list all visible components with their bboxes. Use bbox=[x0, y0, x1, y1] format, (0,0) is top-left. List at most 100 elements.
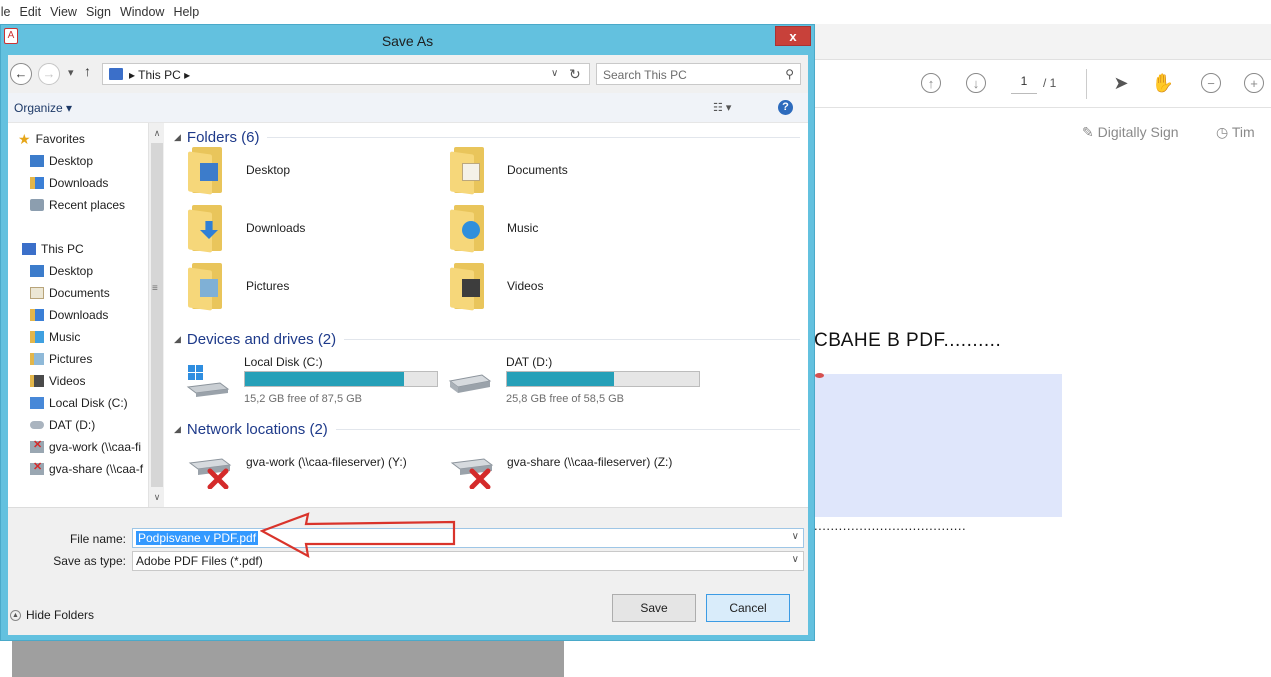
nav-pc-music[interactable]: Music bbox=[30, 327, 80, 347]
nav-pc-dat[interactable]: DAT (D:) bbox=[30, 415, 95, 435]
previous-page-icon[interactable]: ↑ bbox=[921, 73, 941, 93]
nav-pc-pictures[interactable]: Pictures bbox=[30, 349, 92, 369]
select-cursor-icon[interactable]: ➤ bbox=[1110, 72, 1132, 94]
scroll-up-icon[interactable]: ∧ bbox=[149, 125, 165, 141]
nav-pc-local-disk[interactable]: Local Disk (C:) bbox=[30, 393, 128, 413]
cancel-button[interactable]: Cancel bbox=[706, 594, 790, 622]
drive-dat[interactable]: DAT (D:) 25,8 GB free of 58,5 GB bbox=[448, 353, 704, 413]
file-name-label: File name: bbox=[69, 532, 126, 546]
folder-documents-label: Documents bbox=[507, 163, 568, 177]
nav-this-pc[interactable]: This PC bbox=[22, 239, 84, 259]
menu-file[interactable]: ile bbox=[0, 5, 11, 19]
drive-d-free-space: 25,8 GB free of 58,5 GB bbox=[506, 393, 625, 405]
timestamp-button[interactable]: ◷ Tim bbox=[1216, 124, 1255, 141]
folder-pictures[interactable]: Pictures bbox=[188, 263, 428, 311]
search-input[interactable]: Search This PC ⚲ bbox=[596, 63, 801, 85]
digitally-sign-button[interactable]: ✎ Digitally Sign bbox=[1082, 124, 1179, 141]
app-tab-strip bbox=[812, 24, 1271, 60]
zoom-in-icon[interactable]: + bbox=[1244, 73, 1264, 93]
file-name-dropdown-icon[interactable]: ∨ bbox=[792, 531, 799, 542]
collapse-icon: ◢ bbox=[174, 132, 181, 142]
save-button[interactable]: Save bbox=[612, 594, 696, 622]
folder-downloads[interactable]: Downloads bbox=[188, 205, 428, 253]
refresh-icon[interactable]: ↻ bbox=[569, 66, 581, 83]
nav-favorites-label: Favorites bbox=[35, 132, 85, 146]
documents-folder-icon bbox=[450, 147, 486, 195]
forward-button[interactable]: → bbox=[38, 63, 60, 85]
folder-downloads-label: Downloads bbox=[246, 221, 306, 235]
pictures-icon bbox=[30, 353, 44, 365]
hand-tool-icon[interactable]: ✋ bbox=[1152, 72, 1174, 94]
nav-pc-documents[interactable]: Documents bbox=[30, 283, 110, 303]
nav-pc-downloads[interactable]: Downloads bbox=[30, 305, 108, 325]
zoom-out-icon[interactable]: − bbox=[1201, 73, 1221, 93]
nav-pc-documents-label: Documents bbox=[49, 286, 110, 300]
devices-group-header[interactable]: ◢ Devices and drives (2) bbox=[174, 331, 800, 348]
folders-group-header[interactable]: ◢ Folders (6) bbox=[174, 129, 800, 146]
file-name-input[interactable]: Podpisvane v PDF.pdf ∨ bbox=[132, 528, 804, 548]
this-pc-icon bbox=[109, 68, 123, 80]
drive-local-disk[interactable]: Local Disk (C:) 15,2 GB free of 87,5 GB bbox=[186, 353, 442, 413]
drive-d-usage-bar bbox=[506, 371, 700, 387]
drive-icon bbox=[30, 421, 44, 429]
help-icon[interactable]: ? bbox=[778, 100, 793, 115]
address-dropdown-icon[interactable]: ∨ bbox=[551, 68, 558, 79]
organize-button[interactable]: Organize ▾ bbox=[14, 101, 72, 115]
menu-edit[interactable]: Edit bbox=[20, 5, 42, 19]
scroll-down-icon[interactable]: ∨ bbox=[149, 489, 165, 505]
nav-fav-recent-label: Recent places bbox=[49, 198, 126, 212]
up-arrow-icon[interactable]: ↑ bbox=[84, 63, 91, 79]
command-bar: Organize ▾ ☷ ▾ ? bbox=[8, 93, 808, 123]
drive-c-name: Local Disk (C:) bbox=[244, 355, 323, 369]
network-gva-work[interactable]: gva-work (\\caa-fileserver) (Y:) bbox=[188, 445, 448, 495]
nav-fav-downloads-label: Downloads bbox=[49, 176, 109, 190]
search-icon: ⚲ bbox=[785, 67, 794, 81]
folder-music[interactable]: Music bbox=[450, 205, 690, 253]
downloads-icon bbox=[30, 177, 44, 189]
menu-view[interactable]: View bbox=[50, 5, 77, 19]
drive-c-free-space: 15,2 GB free of 87,5 GB bbox=[244, 393, 363, 405]
menu-help[interactable]: Help bbox=[173, 5, 199, 19]
network-gva-work-label: gva-work (\\caa-fileserver) (Y:) bbox=[246, 455, 407, 469]
pen-icon: ✎ bbox=[1082, 124, 1094, 140]
navigation-scrollbar[interactable]: ∧ ≡ ∨ bbox=[148, 123, 164, 507]
documents-icon bbox=[30, 287, 44, 299]
nav-pc-gva-share[interactable]: gva-share (\\caa-f bbox=[30, 459, 148, 479]
nav-favorites[interactable]: ★ Favorites bbox=[18, 129, 85, 149]
menu-window[interactable]: Window bbox=[120, 5, 164, 19]
nav-pc-gva-share-label: gva-share (\\caa-f bbox=[49, 462, 144, 476]
document-dotted-line: ..................................... bbox=[814, 518, 967, 533]
folder-desktop[interactable]: Desktop bbox=[188, 147, 428, 195]
folder-documents[interactable]: Documents bbox=[450, 147, 690, 195]
next-page-icon[interactable]: ↓ bbox=[966, 73, 986, 93]
scrollbar-thumb[interactable] bbox=[151, 143, 163, 487]
network-group-header[interactable]: ◢ Network locations (2) bbox=[174, 421, 800, 438]
page-number-input[interactable]: 1 bbox=[1011, 74, 1037, 94]
close-button[interactable]: x bbox=[775, 26, 811, 46]
nav-pc-desktop[interactable]: Desktop bbox=[30, 261, 93, 281]
save-type-select[interactable]: Adobe PDF Files (*.pdf) ∨ bbox=[132, 551, 804, 571]
desktop-icon bbox=[30, 155, 44, 167]
back-button[interactable]: ← bbox=[10, 63, 32, 85]
dialog-titlebar[interactable]: A Save As x bbox=[1, 25, 814, 55]
save-type-dropdown-icon[interactable]: ∨ bbox=[792, 554, 799, 565]
signature-field[interactable] bbox=[814, 374, 1062, 517]
nav-fav-downloads[interactable]: Downloads bbox=[30, 173, 108, 193]
folder-videos[interactable]: Videos bbox=[450, 263, 690, 311]
network-gva-share[interactable]: gva-share (\\caa-fileserver) (Z:) bbox=[450, 445, 710, 495]
drive-icon bbox=[448, 367, 492, 397]
nav-fav-desktop[interactable]: Desktop bbox=[30, 151, 93, 171]
nav-pc-desktop-label: Desktop bbox=[49, 264, 94, 278]
recent-locations-chevron-icon[interactable]: ▾ bbox=[68, 66, 74, 79]
folders-group-label: Folders (6) bbox=[186, 129, 260, 146]
nav-pc-gva-work[interactable]: gva-work (\\caa-fi bbox=[30, 437, 148, 457]
address-bar[interactable]: ▸ This PC ▸ ∨ ↻ bbox=[102, 63, 590, 85]
group-divider bbox=[344, 339, 800, 340]
folder-pictures-label: Pictures bbox=[246, 279, 290, 293]
menu-sign[interactable]: Sign bbox=[86, 5, 111, 19]
hide-folders-button[interactable]: ▲ Hide Folders bbox=[10, 608, 94, 622]
nav-fav-recent[interactable]: Recent places bbox=[30, 195, 125, 215]
change-view-icon[interactable]: ☷ ▾ bbox=[713, 101, 731, 114]
videos-icon bbox=[30, 375, 44, 387]
nav-pc-videos[interactable]: Videos bbox=[30, 371, 85, 391]
